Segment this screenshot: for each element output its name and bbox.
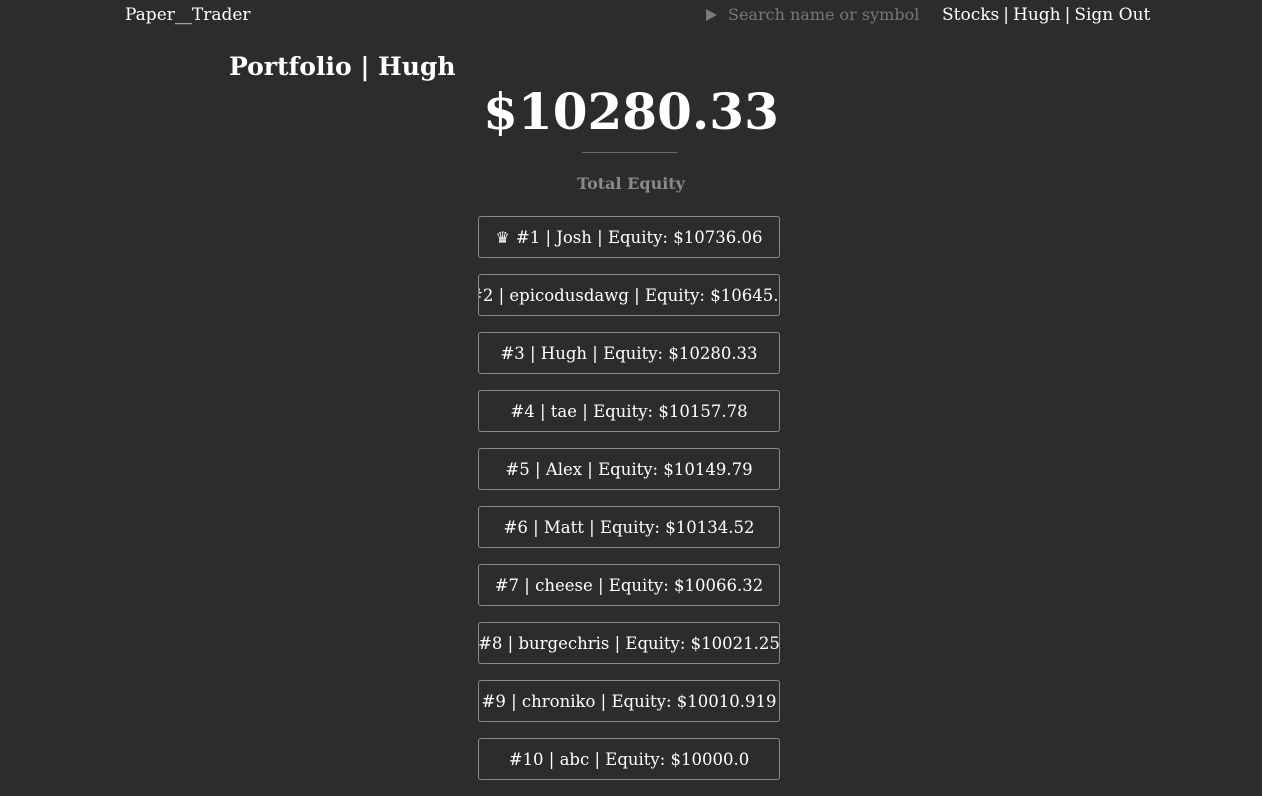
leaderboard-row-label: #9 | chroniko | Equity: $10010.919 [481,691,777,711]
leaderboard-row[interactable]: #5 | Alex | Equity: $10149.79 [478,448,780,490]
leaderboard-row[interactable]: #3 | Hugh | Equity: $10280.33 [478,332,780,374]
leaderboard-row-label: #6 | Matt | Equity: $10134.52 [503,517,755,537]
nav-separator: | [1064,5,1071,25]
leaderboard-row-label: #1 | Josh | Equity: $10736.06 [515,227,763,247]
leaderboard-row[interactable]: #8 | burgechris | Equity: $10021.25 [478,622,780,664]
search-bar [706,5,928,24]
leaderboard-row-label: #3 | Hugh | Equity: $10280.33 [500,343,758,363]
leaderboard-row-label: #4 | tae | Equity: $10157.78 [510,401,748,421]
total-equity-value: $10280.33 [483,82,779,141]
leaderboard-list: ♛ #1 | Josh | Equity: $10736.06 #2 | epic… [478,216,780,796]
divider [582,152,677,153]
leaderboard-row[interactable]: #10 | abc | Equity: $10000.0 [478,738,780,780]
leaderboard-row-label: #10 | abc | Equity: $10000.0 [508,749,750,769]
leaderboard-row-label: #2 | epicodusdawg | Equity: $10645.6 [478,285,780,305]
nav-link-stocks[interactable]: Stocks [942,5,999,25]
leaderboard-row-label: #5 | Alex | Equity: $10149.79 [505,459,753,479]
leaderboard-row[interactable]: #2 | epicodusdawg | Equity: $10645.6 [478,274,780,316]
leaderboard-row-label: #7 | cheese | Equity: $10066.32 [494,575,764,595]
leaderboard-row[interactable]: #7 | cheese | Equity: $10066.32 [478,564,780,606]
search-input[interactable] [728,5,928,24]
page-title: Portfolio | Hugh [229,52,456,81]
crown-icon: ♛ [495,227,510,247]
nav-links: Stocks | Hugh | Sign Out [942,5,1150,25]
leaderboard-row[interactable]: #4 | tae | Equity: $10157.78 [478,390,780,432]
top-navbar: Paper__Trader Stocks|Hugh|Sign Out [0,0,1262,32]
leaderboard-row-label: #8 | burgechris | Equity: $10021.25 [478,633,780,653]
brand-logo[interactable]: Paper__Trader [125,5,251,25]
nav-separator: | [1003,5,1009,25]
leaderboard-row[interactable]: ♛ #1 | Josh | Equity: $10736.06 [478,216,780,258]
leaderboard-row[interactable]: #6 | Matt | Equity: $10134.52 [478,506,780,548]
total-equity-label: Total Equity [577,174,685,193]
nav-link-signout[interactable]: Sign Out [1074,5,1150,25]
leaderboard-row[interactable]: #9 | chroniko | Equity: $10010.919 [478,680,780,722]
play-icon[interactable] [706,9,717,21]
nav-link-user[interactable]: Hugh [1013,5,1061,25]
